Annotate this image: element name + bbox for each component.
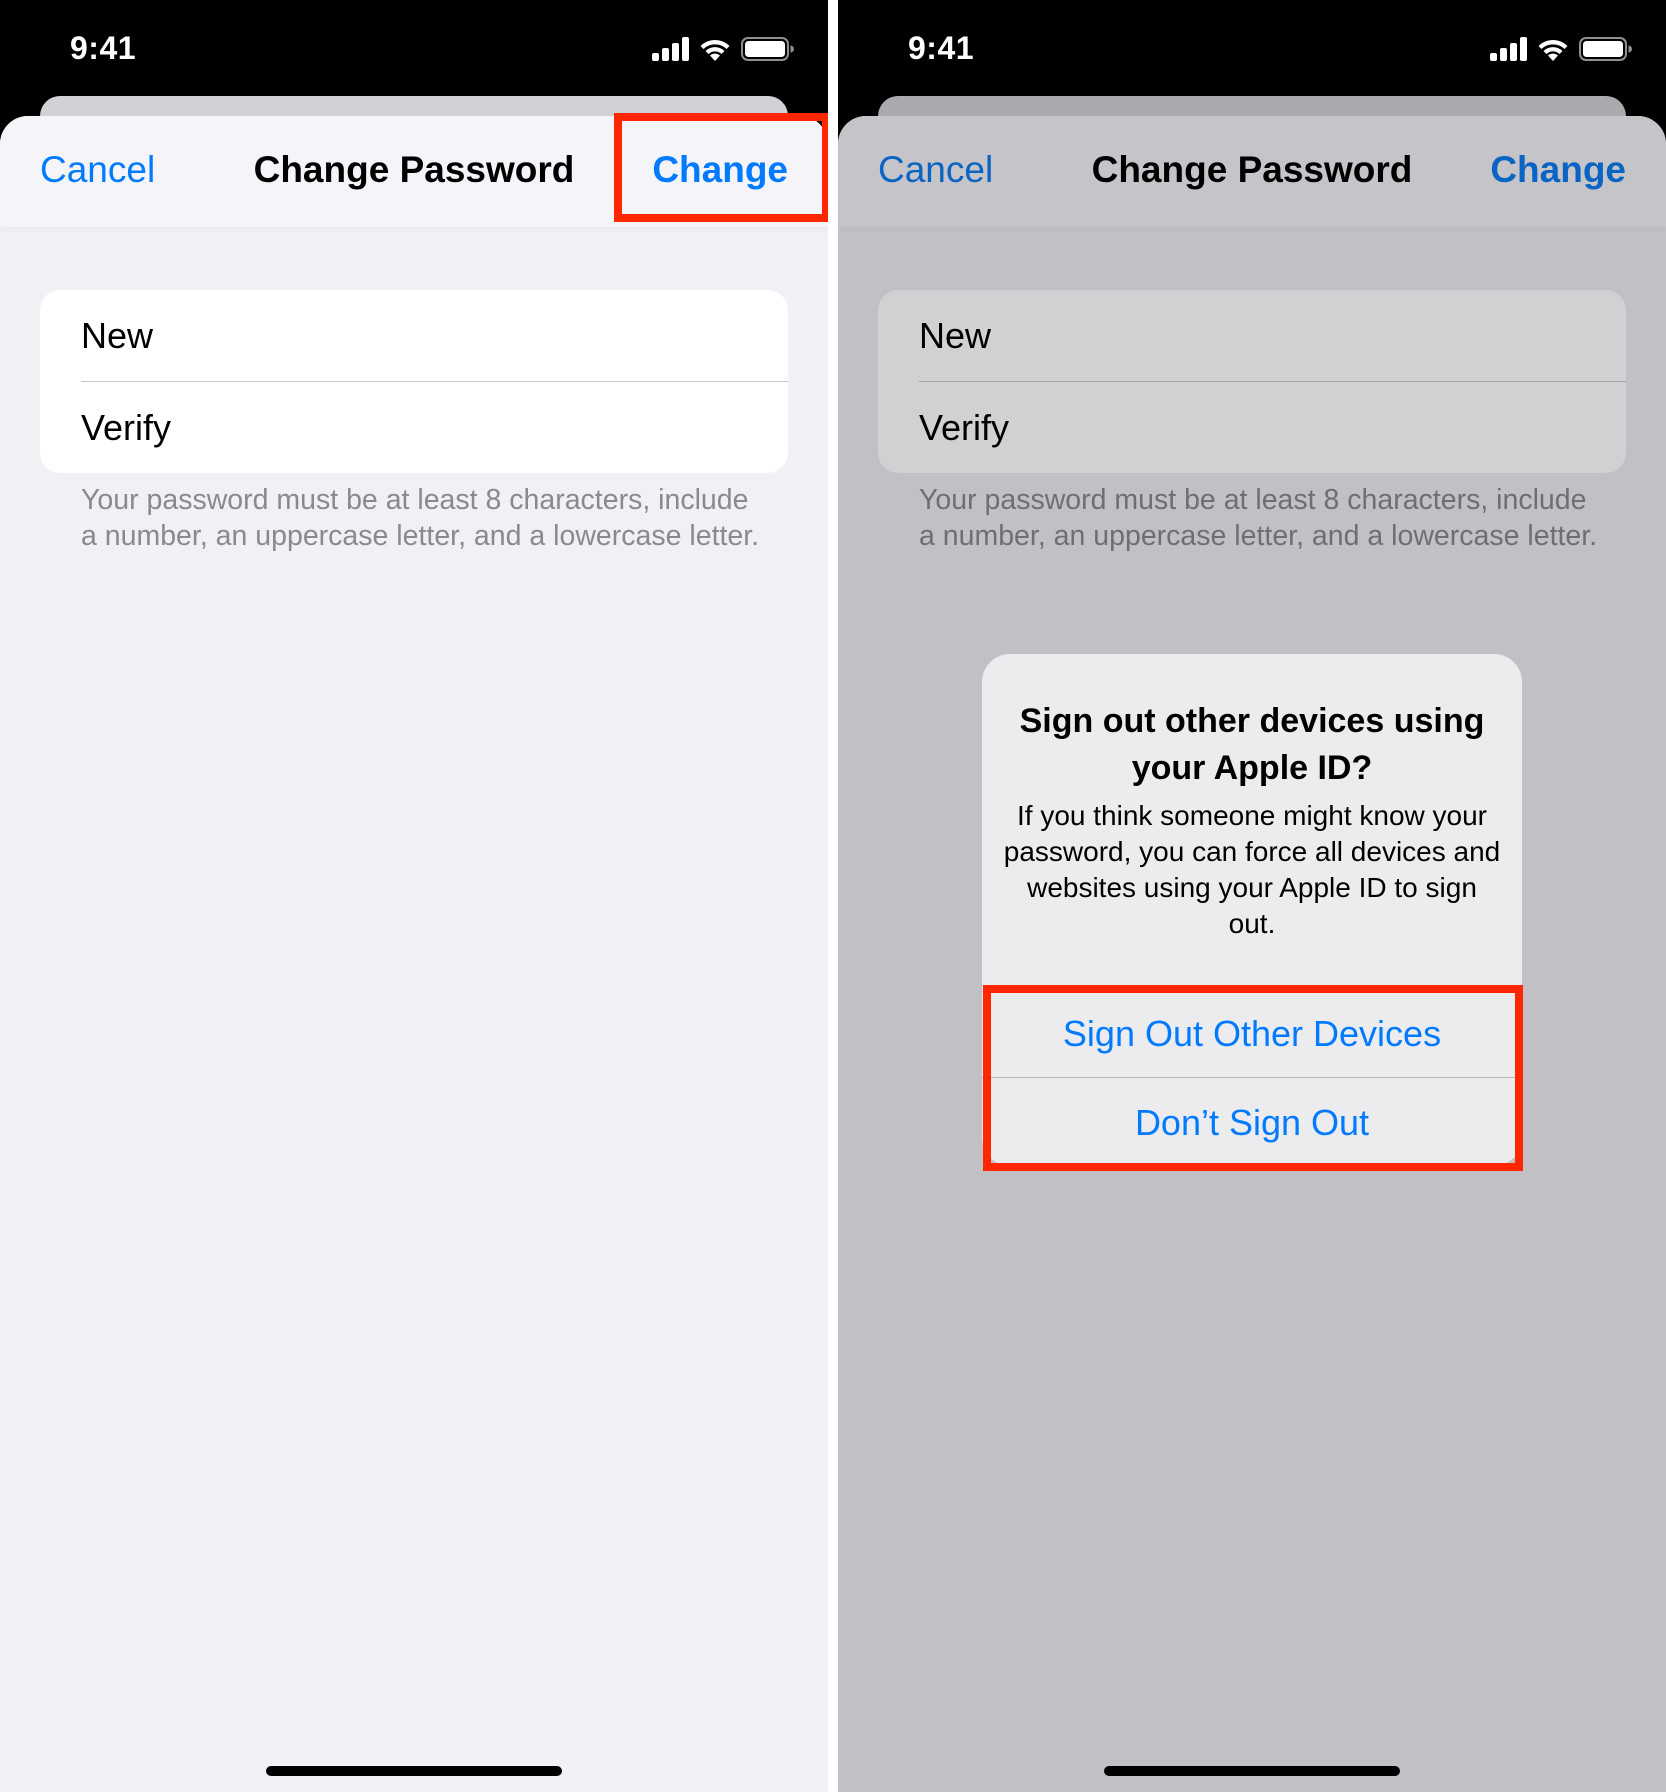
status-icons <box>652 37 797 61</box>
new-password-label: New <box>81 315 154 356</box>
new-password-label: New <box>919 315 992 356</box>
alert-divider <box>982 985 1522 986</box>
home-indicator[interactable] <box>266 1766 562 1776</box>
verify-password-field[interactable] <box>1078 398 1602 460</box>
verify-password-row[interactable]: Verify <box>878 382 1626 473</box>
battery-icon <box>1579 37 1632 61</box>
password-form: New Verify <box>878 290 1626 473</box>
wifi-icon <box>700 39 730 61</box>
wifi-icon <box>1538 39 1568 61</box>
new-password-field[interactable] <box>240 306 764 368</box>
change-password-sheet: Cancel Change Password Change New Verify… <box>0 116 828 1792</box>
nav-bar: Cancel Change Password Change <box>838 116 1666 227</box>
change-button[interactable]: Change <box>1490 148 1626 192</box>
status-time: 9:41 <box>70 30 137 66</box>
verify-password-field[interactable] <box>240 398 764 460</box>
verify-password-label: Verify <box>919 407 1010 448</box>
screen-change-password: 9:41 Cancel Change Password Change New V… <box>0 0 828 1792</box>
cellular-signal-icon <box>652 37 689 61</box>
verify-password-label: Verify <box>81 407 172 448</box>
password-form: New Verify <box>40 290 788 473</box>
nav-bar: Cancel Change Password Change <box>0 116 828 227</box>
alert-button-divider <box>982 1077 1522 1078</box>
dont-sign-out-button[interactable]: Don’t Sign Out <box>982 1079 1522 1166</box>
sign-out-other-devices-button[interactable]: Sign Out Other Devices <box>982 990 1522 1078</box>
cellular-signal-icon <box>1490 37 1527 61</box>
sign-out-alert-dialog: Sign out other devices using your Apple … <box>982 654 1522 1166</box>
cancel-button[interactable]: Cancel <box>40 148 155 192</box>
password-requirements-text: Your password must be at least 8 charact… <box>919 484 1598 552</box>
change-button[interactable]: Change <box>652 148 788 192</box>
home-indicator[interactable] <box>1104 1766 1400 1776</box>
verify-password-row[interactable]: Verify <box>40 382 788 473</box>
status-icons <box>1490 37 1635 61</box>
alert-message: If you think someone might know your pas… <box>1003 800 1501 939</box>
cancel-button[interactable]: Cancel <box>878 148 993 192</box>
password-requirements-text: Your password must be at least 8 charact… <box>81 484 760 552</box>
new-password-row[interactable]: New <box>40 290 788 381</box>
battery-icon <box>741 37 794 61</box>
alert-title: Sign out other devices using your Apple … <box>1019 702 1485 787</box>
status-time: 9:41 <box>908 30 975 66</box>
new-password-field[interactable] <box>1078 306 1602 368</box>
panel-divider <box>828 0 838 1792</box>
new-password-row[interactable]: New <box>878 290 1626 381</box>
